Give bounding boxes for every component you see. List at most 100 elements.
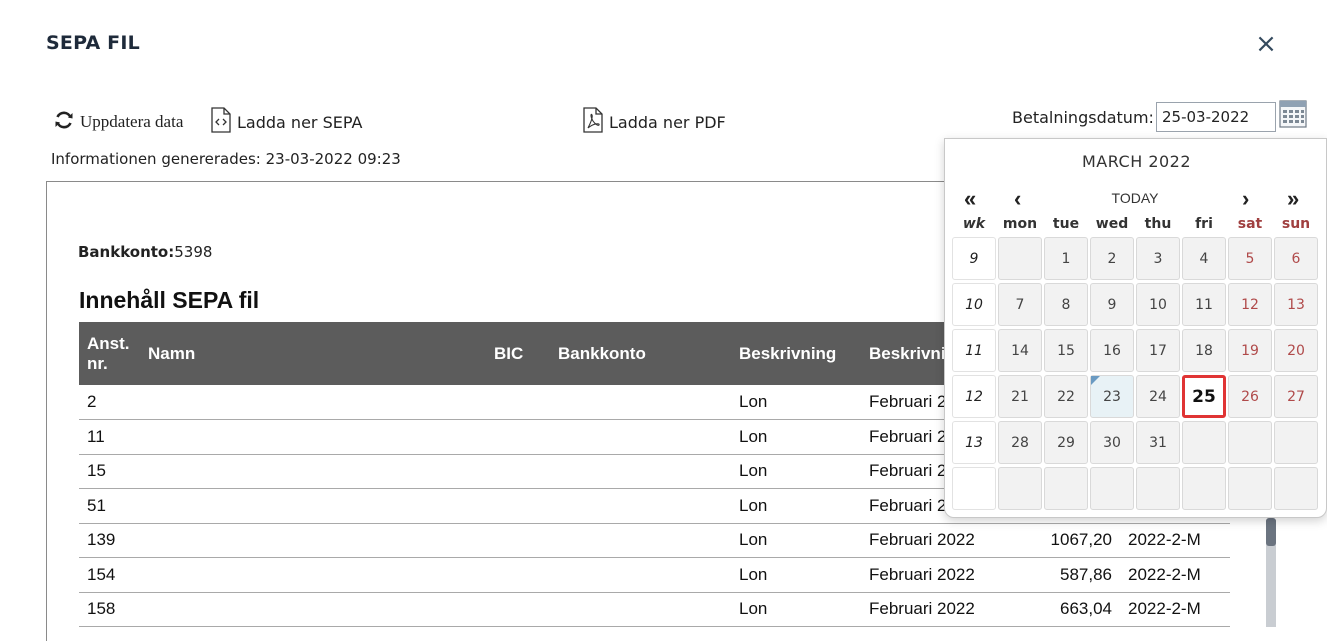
calendar-day-label: 2	[1107, 250, 1117, 267]
calendar-day-1[interactable]: 1	[1044, 237, 1088, 280]
calendar-day-19[interactable]: 19	[1228, 329, 1272, 372]
calendar-day-empty	[1228, 421, 1272, 464]
payment-date-input[interactable]	[1156, 102, 1276, 132]
week-number-cell: 12	[952, 375, 996, 418]
calendar-day-11[interactable]: 11	[1182, 283, 1226, 326]
col-header-name: Namn	[140, 322, 486, 385]
cell-description: Lon	[731, 488, 861, 524]
cell-bic	[486, 419, 550, 455]
col-header-bic: BIC	[486, 322, 550, 385]
weekday-header-fri: fri	[1195, 216, 1213, 232]
next-year-button[interactable]: »	[1287, 187, 1299, 211]
calendar-day-label: 13	[1287, 296, 1305, 313]
cell-employee-no: 15	[79, 454, 140, 489]
cell-bic	[486, 454, 550, 489]
calendar-day-3[interactable]: 3	[1136, 237, 1180, 280]
calendar-day-4[interactable]: 4	[1182, 237, 1226, 280]
calendar-day-21[interactable]: 21	[998, 375, 1042, 418]
next-month-button[interactable]: ›	[1242, 187, 1249, 211]
cell-bic	[486, 557, 550, 593]
cell-name	[140, 385, 486, 420]
today-button[interactable]: TODAY	[1085, 190, 1185, 206]
table-row: 158 Lon Februari 2022 663,04 2022-2-M	[79, 592, 1230, 627]
calendar-day-20[interactable]: 20	[1274, 329, 1318, 372]
calendar-day-16[interactable]: 16	[1090, 329, 1134, 372]
close-button[interactable]: ×	[1252, 30, 1280, 58]
calendar-day-label: 21	[1011, 388, 1029, 405]
calendar-day-empty	[1136, 467, 1180, 510]
calendar-button[interactable]	[1278, 100, 1308, 130]
bank-account-value: 5398	[174, 243, 213, 261]
weekday-header-sun: sun	[1281, 216, 1311, 232]
cell-employee-no: 11	[79, 419, 140, 455]
calendar-day-29[interactable]: 29	[1044, 421, 1088, 464]
cell-bank-account	[550, 557, 731, 593]
weekday-header-mon: mon	[1002, 216, 1038, 232]
prev-month-button[interactable]: ‹	[1014, 187, 1021, 211]
date-picker-popup: MARCH 2022 « ‹ TODAY › » wk mon tue wed thu f…	[944, 138, 1327, 518]
calendar-day-empty	[1228, 467, 1272, 510]
calendar-day-6[interactable]: 6	[1274, 237, 1318, 280]
calendar-day-10[interactable]: 10	[1136, 283, 1180, 326]
payment-date-label: Betalningsdatum:	[1012, 108, 1154, 127]
bank-account-label: Bankkonto:	[78, 243, 175, 261]
cell-bank-account	[550, 385, 731, 420]
sepa-content-title: Innehåll SEPA fil	[79, 287, 260, 313]
cell-name	[140, 454, 486, 489]
report-scrollbar-thumb[interactable]	[1266, 518, 1276, 546]
cell-amount: 663,04	[1016, 592, 1120, 627]
cell-reference: 2022-2-M	[1120, 592, 1230, 627]
prev-year-button[interactable]: «	[964, 187, 976, 211]
col-header-employee-no: Anst. nr.	[79, 322, 140, 385]
calendar-day-30[interactable]: 30	[1090, 421, 1134, 464]
refresh-data-label: Uppdatera data	[80, 112, 184, 131]
calendar-day-label: 28	[1011, 434, 1029, 451]
calendar-day-9[interactable]: 9	[1090, 283, 1134, 326]
calendar-day-17[interactable]: 17	[1136, 329, 1180, 372]
download-sepa-button[interactable]: Ladda ner SEPA	[210, 107, 362, 137]
calendar-day-empty	[1274, 467, 1318, 510]
calendar-day-label: 4	[1199, 250, 1209, 267]
download-pdf-button[interactable]: Ladda ner PDF	[582, 107, 726, 137]
calendar-day-2[interactable]: 2	[1090, 237, 1134, 280]
weekday-header-wed: wed	[1095, 216, 1129, 232]
calendar-day-5[interactable]: 5	[1228, 237, 1272, 280]
cell-bank-account	[550, 419, 731, 455]
table-row: 139 Lon Februari 2022 1067,20 2022-2-M	[79, 523, 1230, 558]
calendar-day-27[interactable]: 27	[1274, 375, 1318, 418]
calendar-day-label: 12	[1241, 296, 1259, 313]
calendar-day-18[interactable]: 18	[1182, 329, 1226, 372]
calendar-day-label: 17	[1149, 342, 1167, 359]
calendar-day-13[interactable]: 13	[1274, 283, 1318, 326]
cell-bic	[486, 592, 550, 627]
cell-employee-no: 139	[79, 523, 140, 558]
calendar-day-31[interactable]: 31	[1136, 421, 1180, 464]
calendar-day-label: 24	[1149, 388, 1167, 405]
week-number-cell	[952, 467, 996, 510]
calendar-day-8[interactable]: 8	[1044, 283, 1088, 326]
cell-name	[140, 592, 486, 627]
calendar-day-25[interactable]: 25	[1182, 375, 1226, 418]
calendar-day-24[interactable]: 24	[1136, 375, 1180, 418]
calendar-day-28[interactable]: 28	[998, 421, 1042, 464]
refresh-icon	[53, 109, 75, 136]
calendar-day-22[interactable]: 22	[1044, 375, 1088, 418]
cell-amount: 1067,20	[1016, 523, 1120, 558]
calendar-day-26[interactable]: 26	[1228, 375, 1272, 418]
calendar-day-15[interactable]: 15	[1044, 329, 1088, 372]
calendar-day-empty	[1090, 467, 1134, 510]
calendar-day-empty	[1274, 421, 1318, 464]
bank-account-line: Bankkonto:5398	[78, 243, 212, 261]
calendar-day-23[interactable]: 23	[1090, 375, 1134, 418]
pdf-file-icon	[582, 107, 604, 137]
col-header-description: Beskrivning	[731, 322, 861, 385]
calendar-day-12[interactable]: 12	[1228, 283, 1272, 326]
calendar-day-label: 7	[1015, 296, 1025, 313]
calendar-day-7[interactable]: 7	[998, 283, 1042, 326]
calendar-day-14[interactable]: 14	[998, 329, 1042, 372]
table-row: 154 Lon Februari 2022 587,86 2022-2-M	[79, 557, 1230, 593]
cell-bank-account	[550, 454, 731, 489]
calendar-day-label: 30	[1103, 434, 1121, 451]
cell-description-2: Februari 2022	[861, 592, 1016, 627]
refresh-data-button[interactable]: Uppdatera data	[53, 107, 183, 137]
